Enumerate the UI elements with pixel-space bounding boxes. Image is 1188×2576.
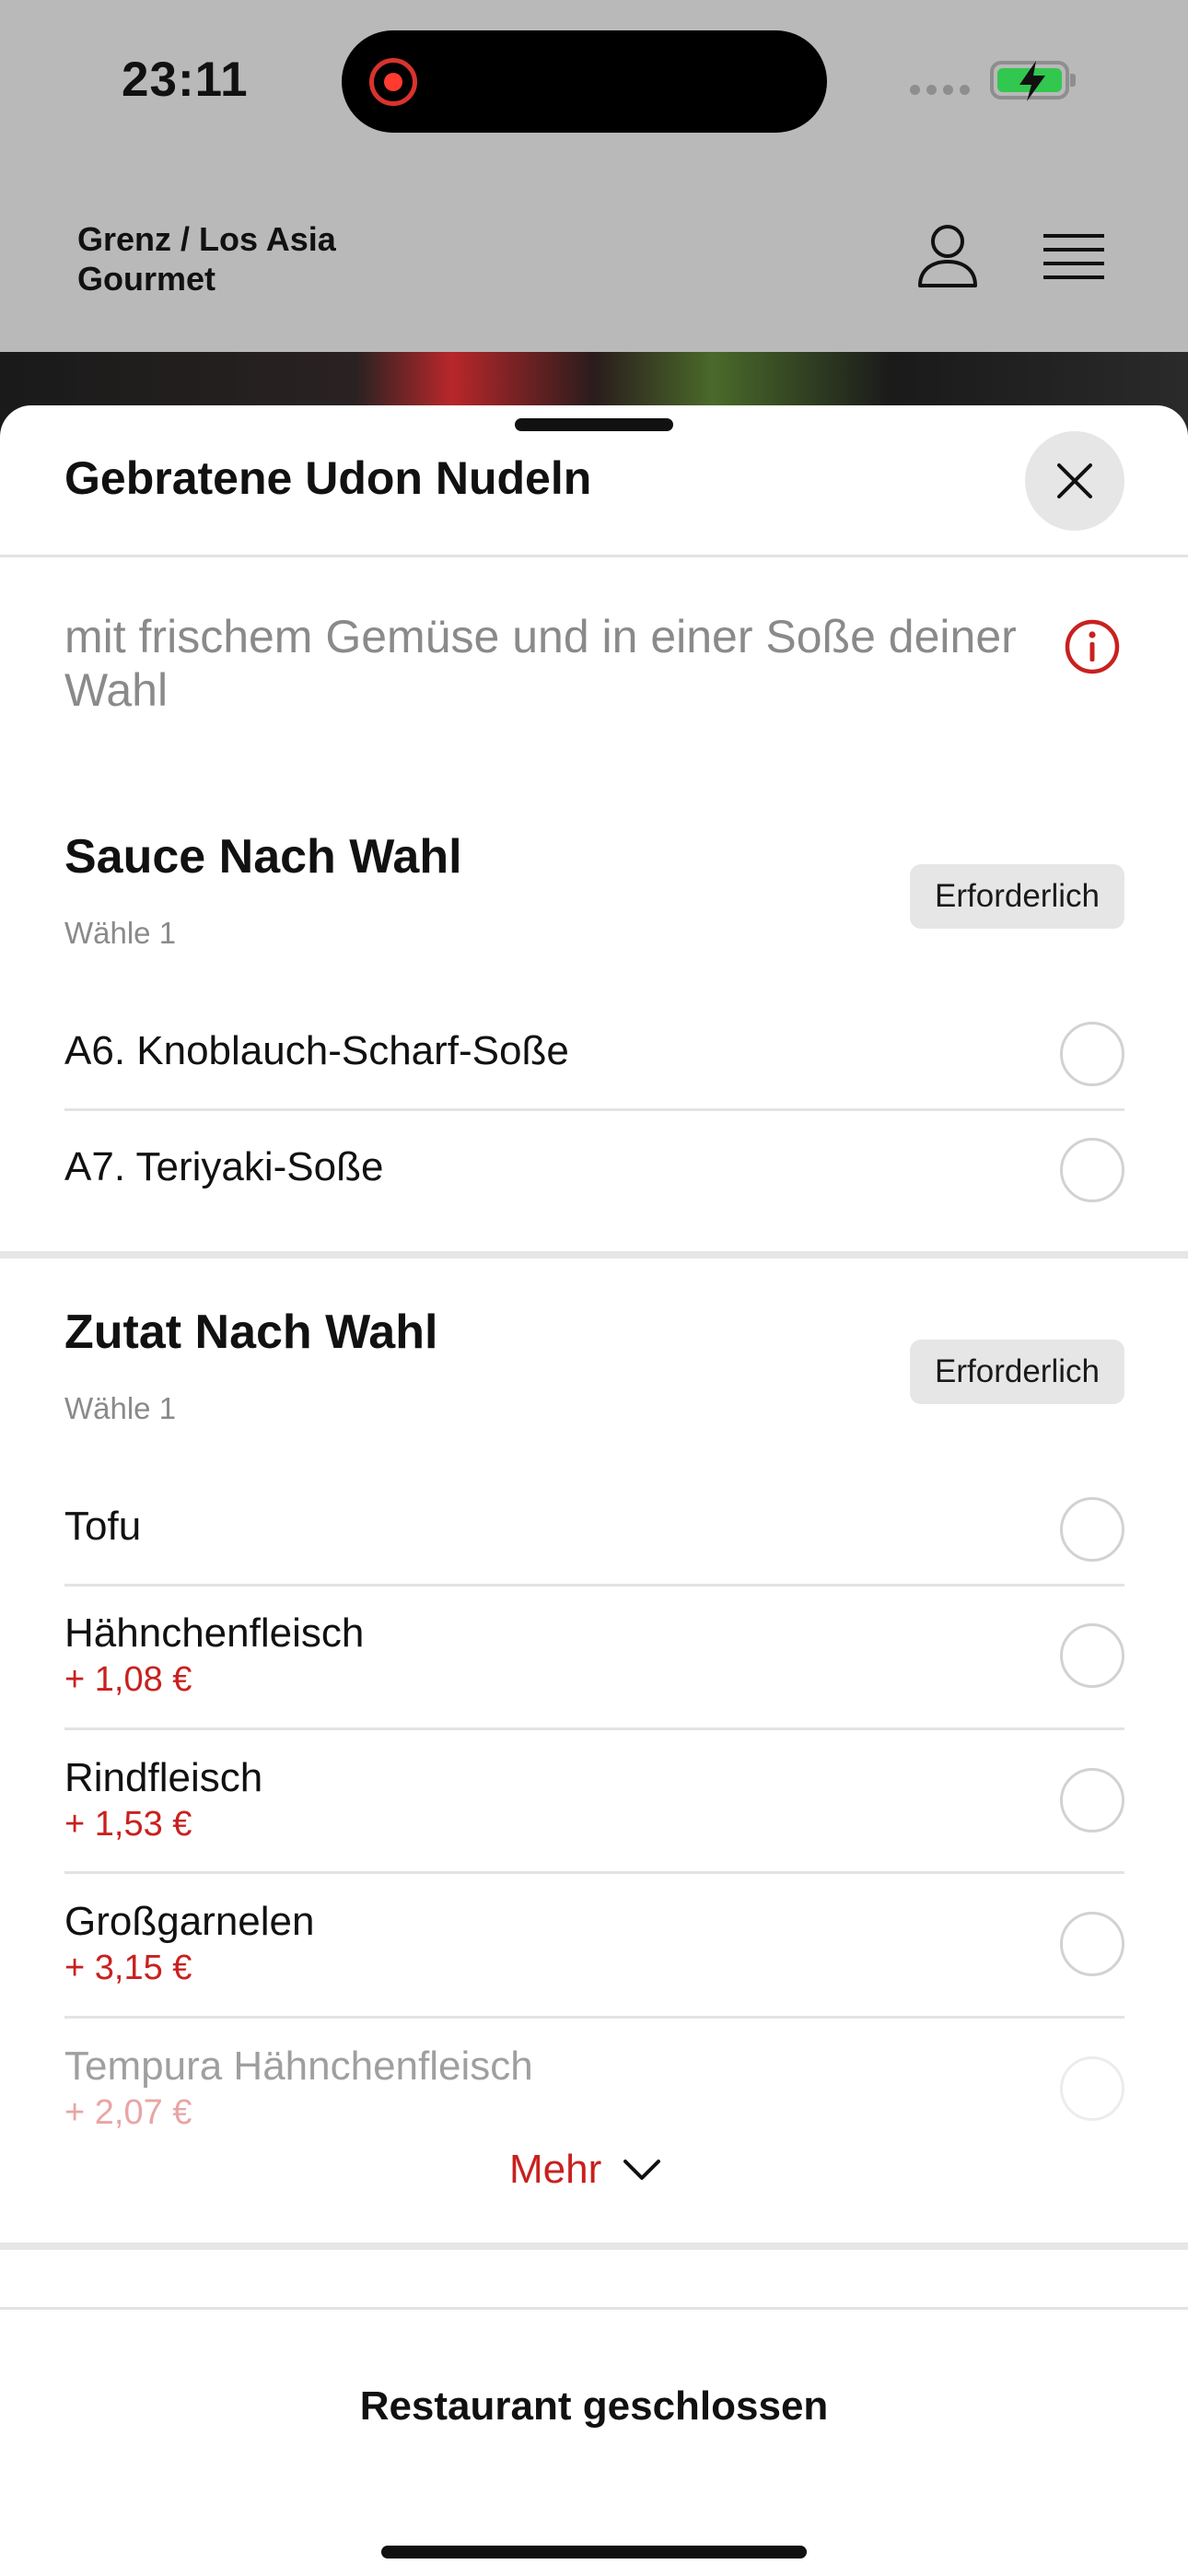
option-row[interactable]: Tofu bbox=[64, 1493, 1124, 1566]
option-row[interactable]: Rindfleisch + 1,53 € bbox=[64, 1751, 1124, 1862]
option-price: + 2,07 € bbox=[64, 2093, 192, 2132]
status-bar: 23:11 bbox=[0, 0, 1188, 166]
hamburger-menu-icon[interactable] bbox=[1043, 232, 1104, 282]
item-options-sheet: Gebratene Udon Nudeln mit frischem Gemüs… bbox=[0, 405, 1188, 2576]
radio-button[interactable] bbox=[1060, 1912, 1124, 1976]
app-header: Grenz / Los Asia Gourmet bbox=[0, 166, 1188, 352]
option-divider bbox=[64, 1727, 1124, 1730]
title-divider bbox=[0, 555, 1188, 557]
sheet-grabber[interactable] bbox=[515, 418, 673, 431]
option-label: A7. Teriyaki-Soße bbox=[64, 1144, 384, 1189]
required-badge: Erforderlich bbox=[910, 864, 1124, 929]
radio-button[interactable] bbox=[1060, 1138, 1124, 1202]
close-button[interactable] bbox=[1025, 431, 1124, 531]
show-more-button[interactable]: Mehr bbox=[509, 2147, 661, 2193]
option-divider bbox=[64, 1584, 1124, 1587]
option-row[interactable]: Großgarnelen + 3,15 € bbox=[64, 1895, 1124, 2006]
radio-button[interactable] bbox=[1060, 2056, 1124, 2121]
signal-icon bbox=[910, 85, 970, 95]
radio-button[interactable] bbox=[1060, 1022, 1124, 1086]
option-label: Tofu bbox=[64, 1504, 142, 1549]
option-price: + 1,53 € bbox=[64, 1805, 192, 1844]
group-subtitle-ingredient: Wähle 1 bbox=[64, 1391, 177, 1425]
option-label: A6. Knoblauch-Scharf-Soße bbox=[64, 1028, 569, 1073]
required-badge: Erforderlich bbox=[910, 1340, 1124, 1404]
chevron-down-icon bbox=[623, 2160, 661, 2180]
group-title-sauce: Sauce Nach Wahl bbox=[64, 830, 462, 884]
option-label: Hähnchenfleisch bbox=[64, 1610, 365, 1656]
section-separator bbox=[0, 1251, 1188, 1259]
option-divider bbox=[64, 1871, 1124, 1874]
option-price: + 3,15 € bbox=[64, 1949, 192, 1987]
option-label: Rindfleisch bbox=[64, 1755, 263, 1800]
option-row[interactable]: Tempura Hähnchenfleisch + 2,07 € bbox=[64, 2040, 1124, 2150]
restaurant-closed-label: Restaurant geschlossen bbox=[359, 2383, 829, 2429]
option-label: Tempura Hähnchenfleisch bbox=[64, 2043, 533, 2089]
option-price: + 1,08 € bbox=[64, 1660, 192, 1699]
battery-icon bbox=[990, 61, 1076, 101]
dynamic-island bbox=[342, 30, 827, 133]
home-indicator[interactable] bbox=[381, 2546, 807, 2558]
option-label: Großgarnelen bbox=[64, 1899, 315, 1944]
item-title: Gebratene Udon Nudeln bbox=[64, 452, 592, 504]
group-title-ingredient: Zutat Nach Wahl bbox=[64, 1306, 438, 1359]
brand-name[interactable]: Grenz / Los Asia Gourmet bbox=[77, 219, 381, 299]
item-description: mit frischem Gemüse und in einer Soße de… bbox=[64, 611, 1017, 716]
radio-button[interactable] bbox=[1060, 1623, 1124, 1688]
user-icon[interactable] bbox=[916, 223, 979, 289]
info-icon[interactable] bbox=[1063, 617, 1122, 676]
radio-button[interactable] bbox=[1060, 1768, 1124, 1832]
show-more-label: Mehr bbox=[509, 2147, 602, 2192]
option-row[interactable]: Hähnchenfleisch + 1,08 € bbox=[64, 1607, 1124, 1717]
recording-icon bbox=[369, 58, 417, 106]
section-separator bbox=[0, 2242, 1188, 2250]
group-subtitle-sauce: Wähle 1 bbox=[64, 916, 177, 950]
radio-button[interactable] bbox=[1060, 1497, 1124, 1562]
option-row[interactable]: A6. Knoblauch-Scharf-Soße bbox=[64, 1017, 1124, 1091]
option-row[interactable]: A7. Teriyaki-Soße bbox=[64, 1133, 1124, 1207]
footer-bar: Restaurant geschlossen bbox=[0, 2307, 1188, 2576]
option-divider bbox=[64, 2016, 1124, 2019]
status-time: 23:11 bbox=[122, 53, 249, 107]
option-divider bbox=[64, 1108, 1124, 1111]
close-icon bbox=[1057, 463, 1092, 498]
